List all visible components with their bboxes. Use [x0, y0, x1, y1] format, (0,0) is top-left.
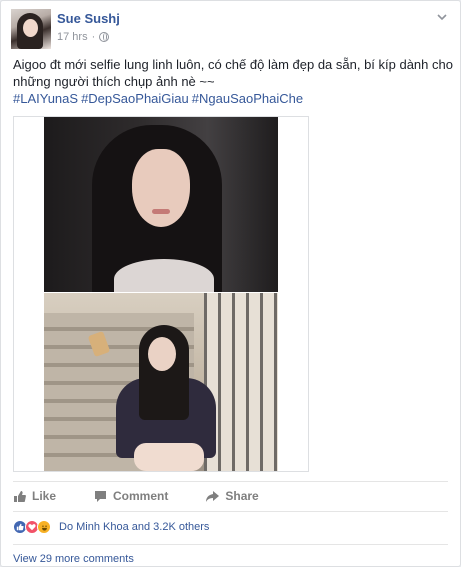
photo-face: [132, 149, 190, 227]
divider: [13, 481, 448, 482]
share-icon: [206, 490, 220, 502]
post-meta: 17 hrs ·: [57, 31, 110, 43]
photo-top: [114, 259, 214, 292]
post-hashtags: #LAIYunaS #DepSaoPhaiGiau #NgauSaoPhaiChe: [13, 90, 453, 107]
selfie-photo-bottom: [44, 293, 278, 471]
divider: [13, 511, 448, 512]
haha-icon: [37, 520, 51, 534]
comment-icon: [95, 490, 107, 502]
comment-label: Comment: [113, 489, 169, 503]
avatar[interactable]: [11, 9, 51, 49]
post-card: Sue Sushj 17 hrs · Aigoo đt mới selfie l…: [0, 0, 461, 567]
post-header: Sue Sushj 17 hrs ·: [11, 9, 450, 49]
hashtag-link[interactable]: #DepSaoPhaiGiau: [81, 91, 189, 106]
author-name[interactable]: Sue Sushj: [57, 11, 120, 26]
hashtag-link[interactable]: #LAIYunaS: [13, 91, 78, 106]
reaction-count[interactable]: Do Minh Khoa and 3.2K others: [59, 521, 209, 533]
chevron-down-icon[interactable]: [436, 11, 448, 23]
meta-separator: ·: [91, 31, 96, 43]
photo-lips: [152, 209, 170, 214]
photo-legs: [134, 443, 204, 471]
like-label: Like: [32, 489, 57, 503]
like-button[interactable]: Like: [13, 489, 56, 503]
view-more-comments-link[interactable]: View 29 more comments: [13, 553, 134, 565]
globe-icon[interactable]: [99, 32, 110, 42]
post-text: Aigoo đt mới selfie lung linh luôn, có c…: [13, 57, 453, 89]
hashtag-link[interactable]: #NgauSaoPhaiChe: [192, 91, 303, 106]
reactions-summary[interactable]: Do Minh Khoa and 3.2K others: [13, 518, 209, 536]
thumbs-up-icon: [14, 490, 26, 502]
selfie-photo-top: [44, 117, 278, 292]
post-time[interactable]: 17 hrs: [57, 31, 88, 43]
post-actions: Like Comment Share: [13, 487, 297, 505]
divider: [13, 544, 448, 545]
photo-face: [148, 337, 176, 371]
share-label: Share: [225, 489, 259, 503]
post-photo[interactable]: [13, 116, 309, 472]
avatar-face: [23, 19, 38, 37]
share-button[interactable]: Share: [206, 489, 259, 503]
comment-button[interactable]: Comment: [94, 489, 168, 503]
